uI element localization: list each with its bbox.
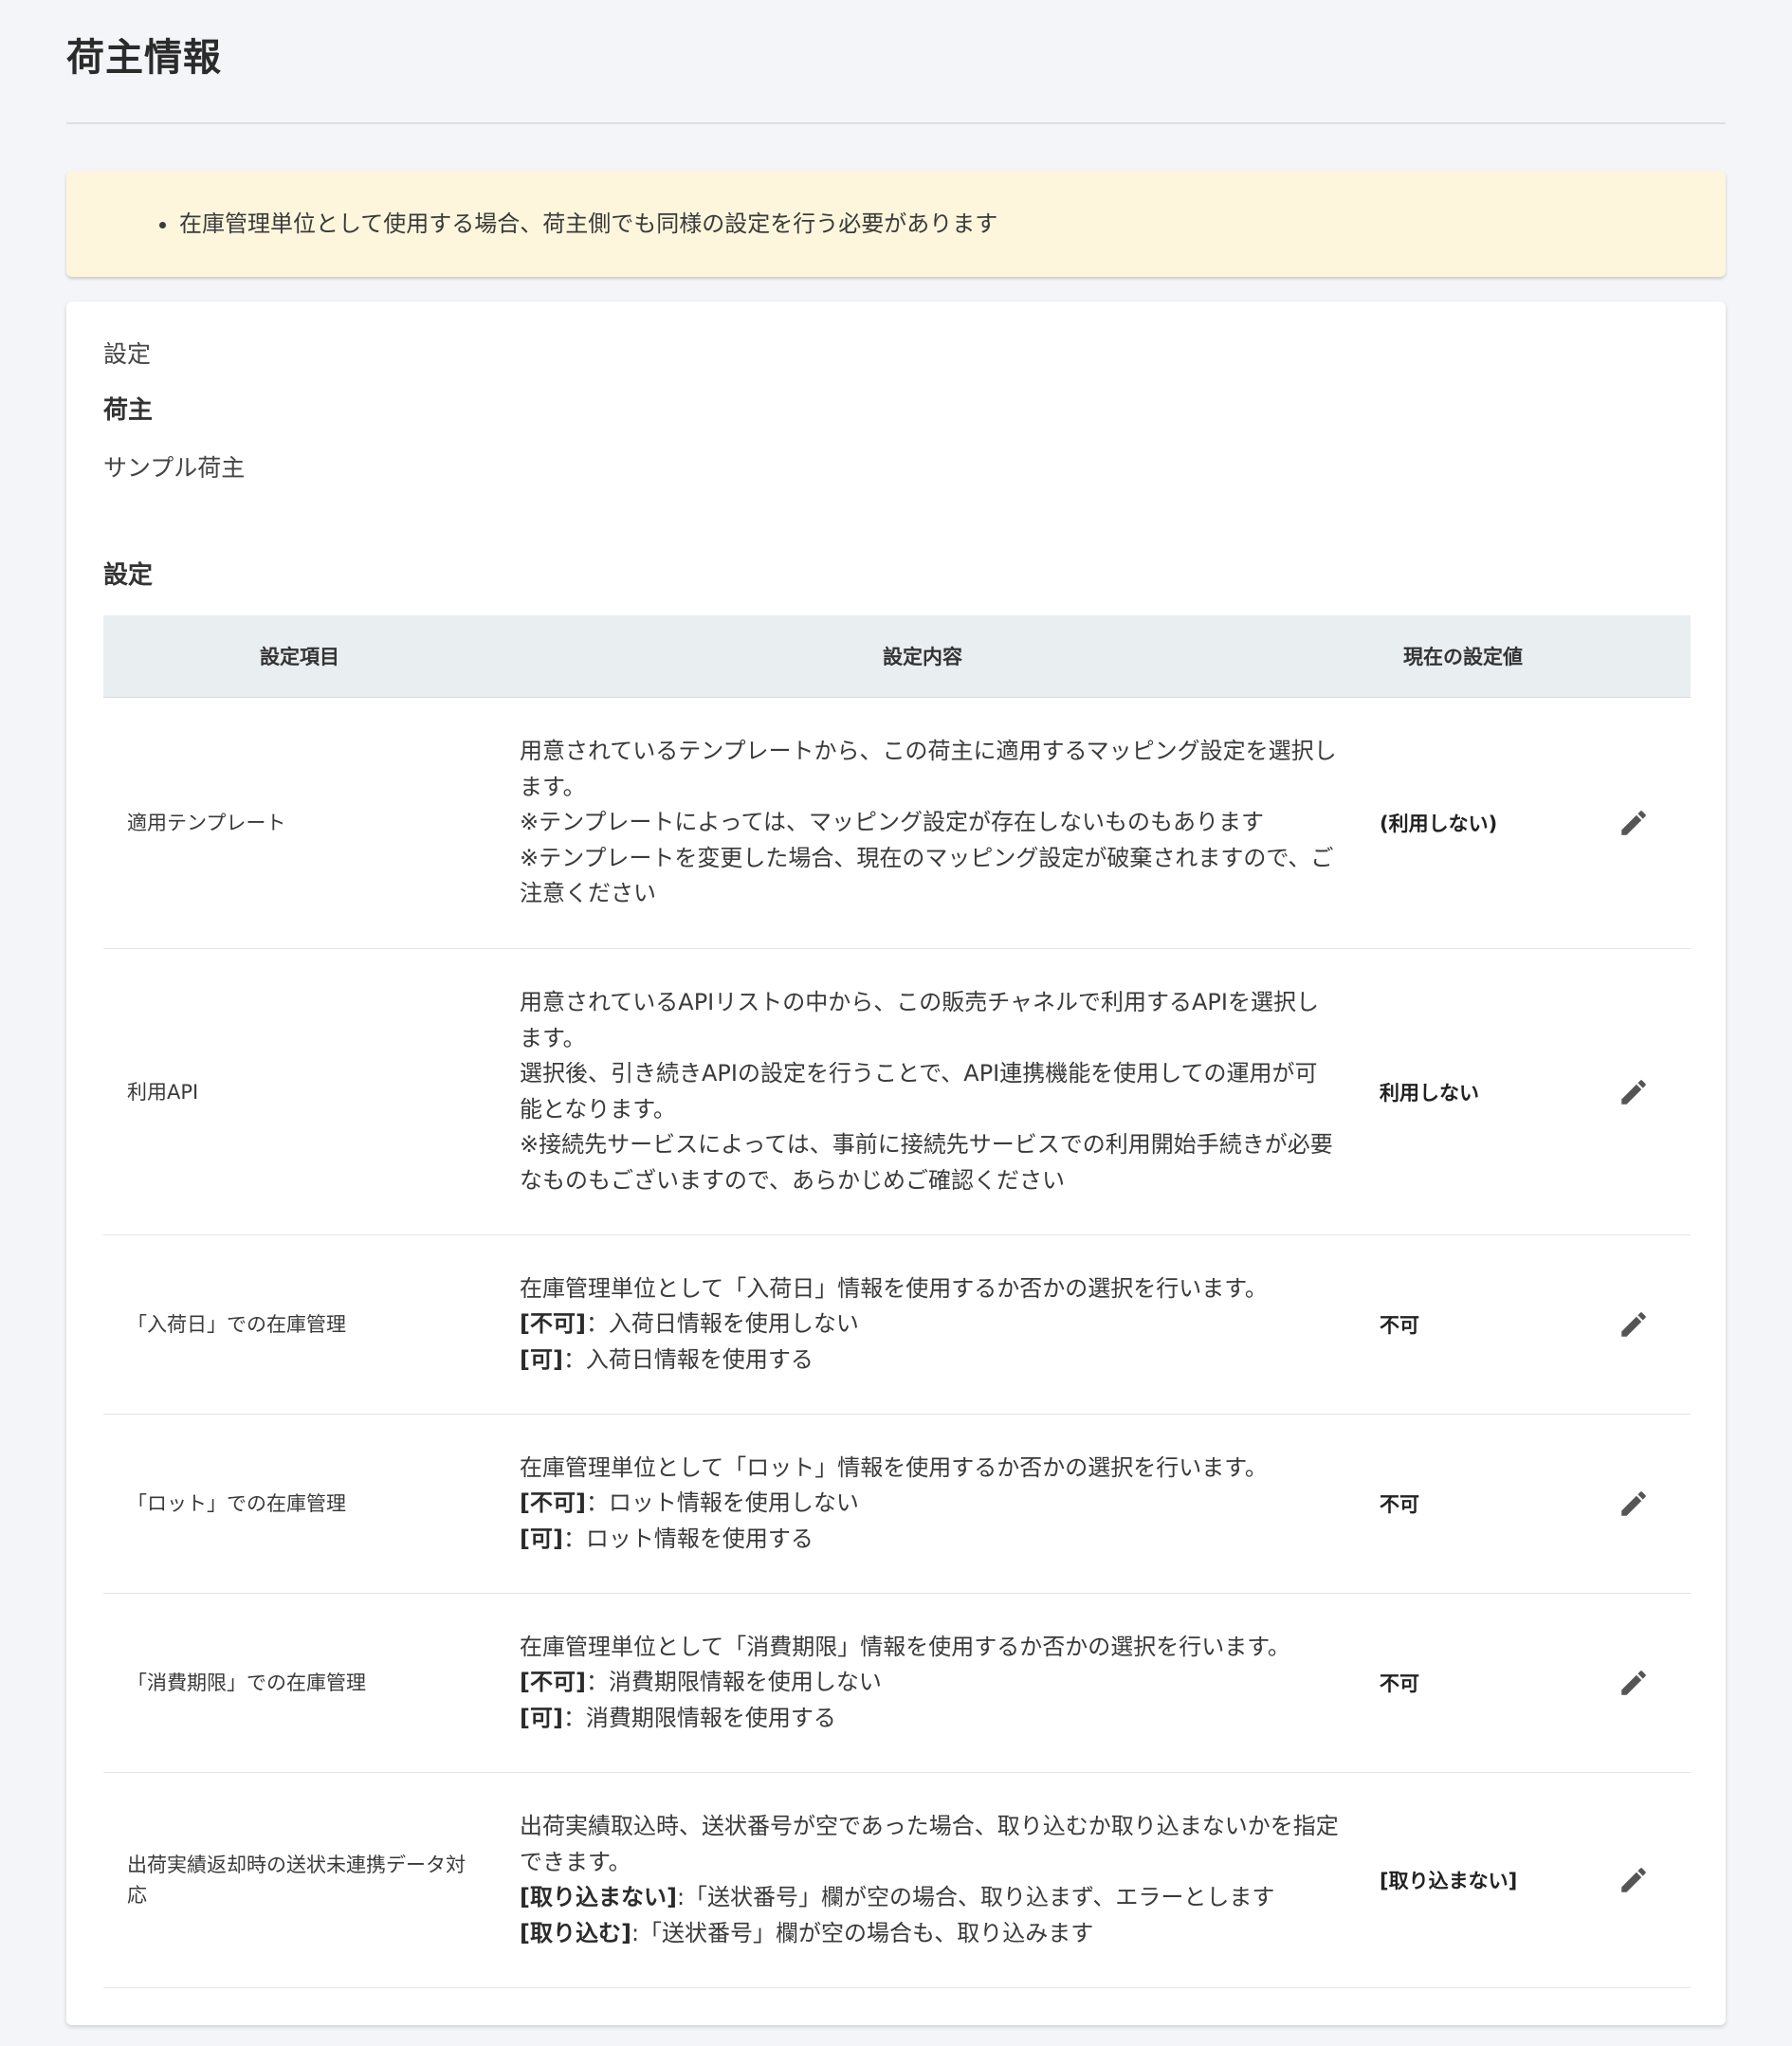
table-row: 「入荷日」での在庫管理 在庫管理単位として「入荷日」情報を使用するか否かの選択を… xyxy=(103,1235,1691,1415)
setting-item-label: 出荷実績返却時の送状未連携データ対応 xyxy=(127,1854,466,1907)
description-option: [可]：入荷日情報を使用する xyxy=(520,1343,1340,1379)
settings-card: 設定 荷主 サンプル荷主 設定 設定項目 設定内容 現在の設定値 適用テンプレー… xyxy=(66,301,1726,2025)
setting-description: 出荷実績取込時、送状番号が空であった場合、取り込むか取り込まないかを指定できます… xyxy=(496,1809,1349,1951)
option-text: ：入荷日情報を使用する xyxy=(562,1345,814,1373)
description-line: 用意されているテンプレートから、この荷主に適用するマッピング設定を選択します。 xyxy=(520,738,1337,800)
option-text: :「送状番号」欄が空の場合、取り込まず、エラーとします xyxy=(676,1884,1275,1910)
header-current-value: 現在の設定値 xyxy=(1403,646,1523,668)
description-option: [可]：ロット情報を使用する xyxy=(520,1522,1340,1558)
table-header: 設定項目 設定内容 現在の設定値 xyxy=(103,615,1691,698)
setting-description: 用意されているテンプレートから、この荷主に適用するマッピング設定を選択します。 … xyxy=(496,734,1349,912)
description-option: [不可]：消費期限情報を使用しない xyxy=(520,1665,1340,1701)
shipper-value: サンプル荷主 xyxy=(103,454,246,482)
setting-item-label: 「入荷日」での在庫管理 xyxy=(127,1313,346,1336)
description-option: [不可]：ロット情報を使用しない xyxy=(520,1486,1340,1522)
page-title: 荷主情報 xyxy=(66,36,222,80)
edit-button[interactable] xyxy=(1611,1481,1656,1526)
setting-item-label: 「消費期限」での在庫管理 xyxy=(127,1672,366,1694)
description-line: ※接続先サービスによっては、事前に接続先サービスでの利用開始手続きが必要なものも… xyxy=(520,1131,1333,1194)
header-description: 設定内容 xyxy=(883,646,962,668)
current-value: 不可 xyxy=(1380,1493,1419,1516)
table-row: 適用テンプレート 用意されているテンプレートから、この荷主に適用するマッピング設… xyxy=(103,698,1691,949)
description-line: 用意されているAPIリストの中から、この販売チャネルで利用するAPIを選択します… xyxy=(520,989,1319,1051)
setting-item-label: 利用API xyxy=(127,1080,199,1104)
edit-button[interactable] xyxy=(1611,1660,1656,1706)
setting-item-label: 「ロット」での在庫管理 xyxy=(127,1492,346,1515)
table-row: 「ロット」での在庫管理 在庫管理単位として「ロット」情報を使用するか否かの選択を… xyxy=(103,1415,1691,1594)
current-value: 利用しない xyxy=(1380,1081,1479,1105)
setting-description: 在庫管理単位として「消費期限」情報を使用するか否かの選択を行います。 [不可]：… xyxy=(496,1630,1349,1737)
shipper-label: 荷主 xyxy=(103,396,154,425)
option-text: ：ロット情報を使用しない xyxy=(585,1489,859,1517)
notice-item: 在庫管理単位として使用する場合、荷主側でも同様の設定を行う必要があります xyxy=(179,205,997,238)
option-text: ：入荷日情報を使用しない xyxy=(585,1310,859,1338)
current-value: [取り込まない] xyxy=(1380,1870,1518,1892)
description-option: [取り込まない]:「送状番号」欄が空の場合、取り込まず、エラーとします xyxy=(520,1880,1340,1916)
edit-button[interactable] xyxy=(1611,1069,1656,1115)
setting-description: 用意されているAPIリストの中から、この販売チャネルで利用するAPIを選択します… xyxy=(496,985,1349,1198)
pencil-icon xyxy=(1621,1491,1646,1516)
pencil-icon xyxy=(1621,1868,1646,1892)
table-row: 出荷実績返却時の送状未連携データ対応 出荷実績取込時、送状番号が空であった場合、… xyxy=(103,1773,1691,1988)
current-value: 不可 xyxy=(1380,1314,1419,1337)
card-caption: 設定 xyxy=(103,340,152,368)
description-option: [不可]：入荷日情報を使用しない xyxy=(520,1306,1340,1343)
header-item: 設定項目 xyxy=(260,646,339,668)
option-key: [不可] xyxy=(520,1669,586,1696)
description-line: ※テンプレートによっては、マッピング設定が存在しないものもあります xyxy=(520,809,1264,836)
option-key: [可] xyxy=(520,1704,563,1731)
description-line: 選択後、引き続きAPIの設定を行うことで、API連携機能を使用しての運用が可能と… xyxy=(520,1060,1318,1123)
pencil-icon xyxy=(1621,811,1646,835)
edit-button[interactable] xyxy=(1611,800,1656,846)
option-key: [不可] xyxy=(520,1310,586,1338)
pencil-icon xyxy=(1621,1671,1646,1695)
description-line: ※テンプレートを変更した場合、現在のマッピング設定が破棄されますので、ご注意くだ… xyxy=(520,844,1334,907)
current-value: 不可 xyxy=(1380,1672,1419,1695)
current-value: (利用しない) xyxy=(1380,813,1498,835)
settings-section-label: 設定 xyxy=(103,561,154,590)
option-text: :「送状番号」欄が空の場合も、取り込みます xyxy=(631,1919,1094,1946)
description-line: 在庫管理単位として「ロット」情報を使用するか否かの選択を行います。 xyxy=(520,1453,1268,1481)
setting-item-label: 適用テンプレート xyxy=(127,812,286,834)
description-line: 在庫管理単位として「消費期限」情報を使用するか否かの選択を行います。 xyxy=(520,1633,1290,1660)
option-key: [可] xyxy=(520,1345,563,1373)
pencil-icon xyxy=(1621,1312,1646,1337)
setting-description: 在庫管理単位として「ロット」情報を使用するか否かの選択を行います。 [不可]：ロ… xyxy=(496,1451,1349,1558)
title-divider xyxy=(66,122,1726,124)
description-option: [取り込む]:「送状番号」欄が空の場合も、取り込みます xyxy=(520,1916,1340,1952)
pencil-icon xyxy=(1621,1079,1646,1105)
notice-list: 在庫管理単位として使用する場合、荷主側でも同様の設定を行う必要があります xyxy=(108,205,997,238)
option-text: ：消費期限情報を使用しない xyxy=(585,1669,882,1696)
option-text: ：消費期限情報を使用する xyxy=(562,1704,836,1731)
table-row: 「消費期限」での在庫管理 在庫管理単位として「消費期限」情報を使用するか否かの選… xyxy=(103,1594,1691,1773)
option-key: [不可] xyxy=(520,1489,586,1517)
option-key: [取り込む] xyxy=(520,1919,631,1946)
setting-description: 在庫管理単位として「入荷日」情報を使用するか否かの選択を行います。 [不可]：入… xyxy=(496,1271,1349,1379)
description-line: 出荷実績取込時、送状番号が空であった場合、取り込むか取り込まないかを指定できます… xyxy=(520,1813,1339,1875)
description-option: [可]：消費期限情報を使用する xyxy=(520,1701,1340,1737)
option-text: ：ロット情報を使用する xyxy=(562,1525,814,1552)
description-line: 在庫管理単位として「入荷日」情報を使用するか否かの選択を行います。 xyxy=(520,1274,1268,1302)
edit-button[interactable] xyxy=(1611,1857,1656,1903)
option-key: [取り込まない] xyxy=(520,1884,677,1910)
notice-banner: 在庫管理単位として使用する場合、荷主側でも同様の設定を行う必要があります xyxy=(66,171,1726,277)
edit-button[interactable] xyxy=(1611,1302,1656,1347)
table-row: 利用API 用意されているAPIリストの中から、この販売チャネルで利用するAPI… xyxy=(103,949,1691,1235)
settings-table: 設定項目 設定内容 現在の設定値 適用テンプレート 用意されているテンプレートか… xyxy=(103,615,1691,1988)
option-key: [可] xyxy=(520,1525,563,1552)
